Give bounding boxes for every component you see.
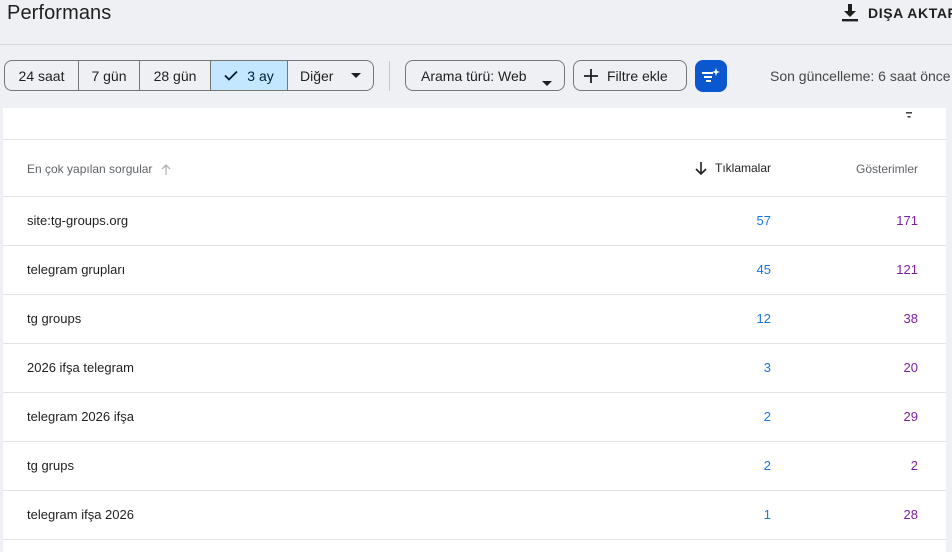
query-cell: telegram ifşa 2026 xyxy=(27,507,134,522)
impressions-cell: 121 xyxy=(896,262,918,277)
page-title: Performans xyxy=(7,2,112,24)
search-type-dropdown[interactable]: Arama türü: Web xyxy=(405,60,565,91)
clicks-cell: 2 xyxy=(763,409,771,424)
filter-list-icon[interactable] xyxy=(901,108,917,120)
table-row[interactable]: tg groups 12 38 xyxy=(3,295,946,344)
impressions-cell: 29 xyxy=(903,409,918,424)
table-row[interactable]: 2026 ifşa telegram 3 20 xyxy=(3,344,946,393)
column-header-query[interactable]: En çok yapılan sorgular xyxy=(27,162,171,176)
clicks-cell: 2 xyxy=(763,458,771,473)
filter-bar: 24 saat 7 gün 28 gün 3 ay Diğer Arama tü… xyxy=(0,45,952,108)
plus-icon xyxy=(584,68,598,83)
download-icon xyxy=(842,4,858,22)
date-option-28d[interactable]: 28 gün xyxy=(140,61,211,90)
add-filter-label: Filtre ekle xyxy=(607,67,668,84)
impressions-cell: 20 xyxy=(903,360,918,375)
query-cell: tg grups xyxy=(27,458,74,473)
sort-arrow-down-icon xyxy=(695,161,707,175)
tune-button[interactable] xyxy=(695,60,727,92)
table-body: site:tg-groups.org 57 171 telegram grupl… xyxy=(3,197,946,540)
date-option-other[interactable]: Diğer xyxy=(288,61,373,90)
clicks-cell: 12 xyxy=(756,311,771,326)
export-label: DIŞA AKTAR xyxy=(868,5,952,21)
sort-arrow-up-icon xyxy=(161,163,171,175)
impressions-cell: 171 xyxy=(896,213,918,228)
query-cell: telegram 2026 ifşa xyxy=(27,409,134,424)
date-option-24h[interactable]: 24 saat xyxy=(5,61,79,90)
toolbar-separator xyxy=(389,61,390,91)
table-row[interactable]: site:tg-groups.org 57 171 xyxy=(3,197,946,246)
table-row[interactable]: telegram grupları 45 121 xyxy=(3,246,946,295)
impressions-cell: 2 xyxy=(910,458,918,473)
tune-sparkle-icon xyxy=(702,68,720,84)
query-cell: 2026 ifşa telegram xyxy=(27,360,134,375)
query-cell: tg groups xyxy=(27,311,82,326)
column-header-impressions[interactable]: Gösterimler xyxy=(856,162,918,176)
date-option-7d[interactable]: 7 gün xyxy=(79,61,140,90)
caret-down-icon xyxy=(542,73,552,89)
clicks-cell: 3 xyxy=(763,360,771,375)
clicks-cell: 57 xyxy=(756,213,771,228)
export-button[interactable]: DIŞA AKTAR xyxy=(842,2,952,24)
table-row[interactable]: tg grups 2 2 xyxy=(3,442,946,491)
last-update-text: Son güncelleme: 6 saat önce xyxy=(770,68,951,84)
add-filter-button[interactable]: Filtre ekle xyxy=(573,60,687,91)
check-icon xyxy=(224,70,238,81)
caret-down-icon xyxy=(351,73,362,78)
search-type-label: Arama türü: Web xyxy=(421,67,527,84)
date-option-3m[interactable]: 3 ay xyxy=(211,61,288,90)
table-row[interactable]: telegram 2026 ifşa 2 29 xyxy=(3,393,946,442)
impressions-cell: 28 xyxy=(903,507,918,522)
query-cell: telegram grupları xyxy=(27,262,126,277)
query-cell: site:tg-groups.org xyxy=(27,213,129,228)
clicks-cell: 1 xyxy=(763,507,771,522)
top-bar: Performans DIŞA AKTAR xyxy=(0,0,952,44)
table-toolbar xyxy=(3,108,946,140)
table-header: En çok yapılan sorgular Tıklamalar Göste… xyxy=(3,140,946,197)
clicks-cell: 45 xyxy=(756,262,771,277)
table-row[interactable]: telegram ifşa 2026 1 28 xyxy=(3,491,946,540)
queries-card: En çok yapılan sorgular Tıklamalar Göste… xyxy=(3,108,946,552)
column-header-clicks[interactable]: Tıklamalar xyxy=(695,161,771,175)
impressions-cell: 38 xyxy=(903,311,918,326)
date-range-selector: 24 saat 7 gün 28 gün 3 ay Diğer xyxy=(4,60,374,91)
